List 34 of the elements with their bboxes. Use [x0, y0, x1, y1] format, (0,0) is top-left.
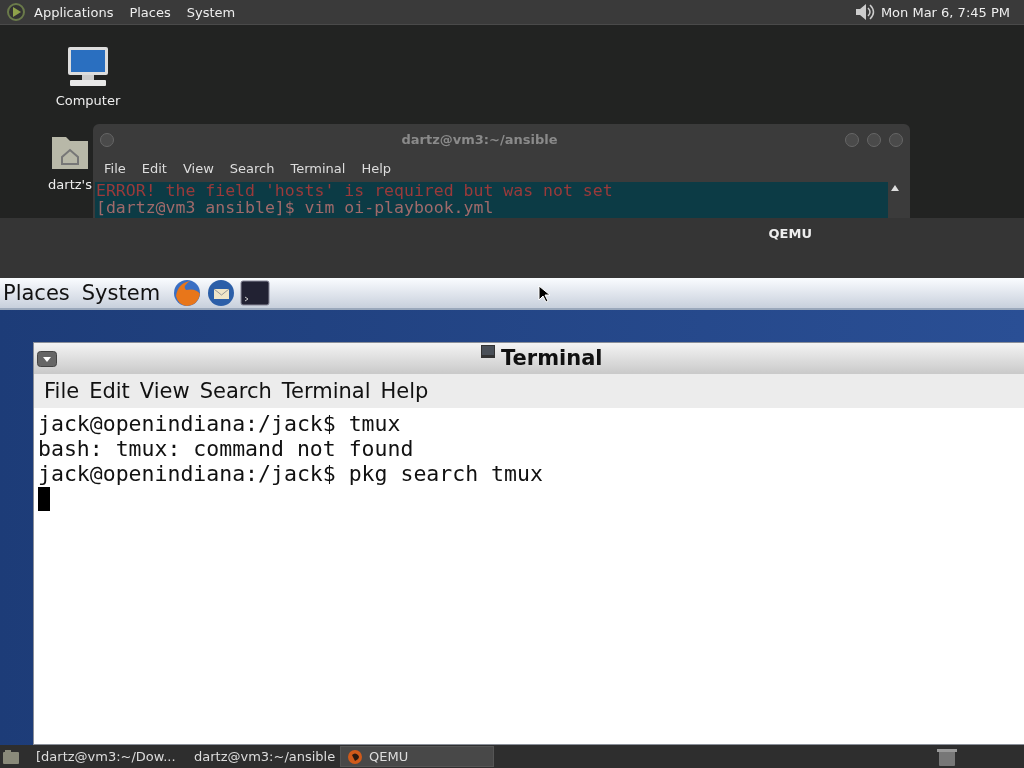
- menu-item[interactable]: File: [96, 161, 134, 176]
- menu-item[interactable]: View: [174, 161, 222, 176]
- taskbar-label: dartz@vm3:~/ansible: [194, 749, 336, 764]
- taskbar-button[interactable]: [dartz@vm3:~/Dow...: [24, 746, 178, 767]
- window-title: Terminal: [501, 346, 603, 370]
- menu-item[interactable]: Edit: [84, 379, 135, 403]
- menu-item[interactable]: Search: [194, 379, 277, 403]
- panel-menu[interactable]: System: [178, 4, 244, 20]
- taskbar-label: QEMU: [369, 749, 409, 764]
- taskbar-button[interactable]: dartz@vm3:~/ansible: [182, 746, 336, 767]
- terminal-line: jack@openindiana:/jack$ pkg search tmux: [38, 461, 544, 486]
- menu-item[interactable]: File: [39, 379, 85, 403]
- panel-menu[interactable]: System: [81, 281, 169, 305]
- clock[interactable]: Mon Mar 6, 7:45 PM: [874, 4, 1018, 20]
- window-title: dartz@vm3:~/ansible: [400, 132, 559, 147]
- panel-menu[interactable]: Applications: [26, 4, 122, 20]
- panel-menu[interactable]: Places: [3, 281, 78, 305]
- window-title: QEMU: [768, 226, 812, 241]
- menu-item[interactable]: Edit: [133, 161, 175, 176]
- menu-item[interactable]: Help: [375, 379, 434, 403]
- terminal-line: [dartz@vm3 ansible]$ vim oi-playbook.yml: [96, 199, 495, 216]
- icon-label[interactable]: dartz's: [48, 177, 92, 192]
- icon-label[interactable]: Computer: [55, 93, 121, 108]
- panel-menu[interactable]: Places: [121, 4, 179, 20]
- menu-item[interactable]: View: [134, 379, 195, 403]
- menu-item[interactable]: Terminal: [276, 379, 376, 403]
- menu-item[interactable]: Terminal: [282, 161, 354, 176]
- terminal-line: jack@openindiana:/jack$ tmux: [38, 411, 402, 436]
- terminal-line: bash: tmux: command not found: [38, 436, 415, 461]
- terminal-line: ERROR! the field 'hosts' is required but was not set: [96, 182, 614, 199]
- taskbar-label: [dartz@vm3:~/Dow...: [36, 749, 176, 764]
- menu-item[interactable]: Help: [353, 161, 400, 176]
- menu-item[interactable]: Search: [221, 161, 283, 176]
- taskbar-button[interactable]: QEMU: [340, 746, 494, 767]
